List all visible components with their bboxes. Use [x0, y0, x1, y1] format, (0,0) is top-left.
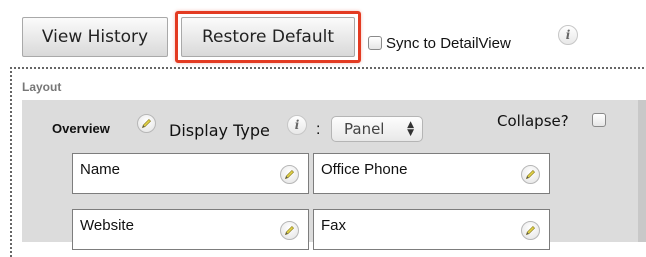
view-history-label: View History	[41, 27, 149, 47]
field-label: Website	[80, 217, 134, 234]
restore-default-label: Restore Default	[201, 27, 335, 47]
info-icon[interactable]: i	[287, 115, 307, 135]
edit-pencil-icon[interactable]	[280, 221, 299, 240]
restore-default-button[interactable]: Restore Default	[181, 17, 355, 57]
display-type-label: Display Type	[169, 121, 270, 140]
info-icon[interactable]: i	[558, 25, 578, 45]
field-name[interactable]: Name	[72, 153, 309, 194]
pencil-icon	[141, 118, 152, 129]
collapse-label: Collapse?	[497, 112, 569, 130]
field-fax[interactable]: Fax	[313, 209, 550, 250]
sync-to-detailview-checkbox[interactable]	[368, 36, 382, 50]
layout-title: Layout	[22, 80, 62, 94]
field-label: Office Phone	[321, 161, 408, 178]
edit-pencil-icon[interactable]	[137, 114, 156, 133]
pencil-icon	[284, 169, 295, 180]
pencil-icon	[525, 169, 536, 180]
edit-pencil-icon[interactable]	[280, 165, 299, 184]
field-label: Fax	[321, 217, 347, 234]
display-type-select[interactable]: Panel ▲ ▼	[331, 116, 423, 142]
pencil-icon	[525, 225, 536, 236]
sync-to-detailview-label: Sync to DetailView	[386, 35, 511, 52]
pencil-icon	[284, 225, 295, 236]
collapse-checkbox[interactable]	[592, 113, 606, 127]
field-office-phone[interactable]: Office Phone	[313, 153, 550, 194]
field-website[interactable]: Website	[72, 209, 309, 250]
panel-scroll-edge	[638, 100, 646, 242]
view-history-button[interactable]: View History	[22, 17, 168, 57]
field-label: Name	[80, 161, 121, 178]
edit-pencil-icon[interactable]	[521, 165, 540, 184]
edit-pencil-icon[interactable]	[521, 221, 540, 240]
up-down-arrows-icon: ▲ ▼	[407, 120, 414, 138]
display-type-separator: :	[316, 121, 321, 138]
panel-name-label: Overview	[52, 121, 110, 136]
display-type-value: Panel	[344, 120, 385, 138]
